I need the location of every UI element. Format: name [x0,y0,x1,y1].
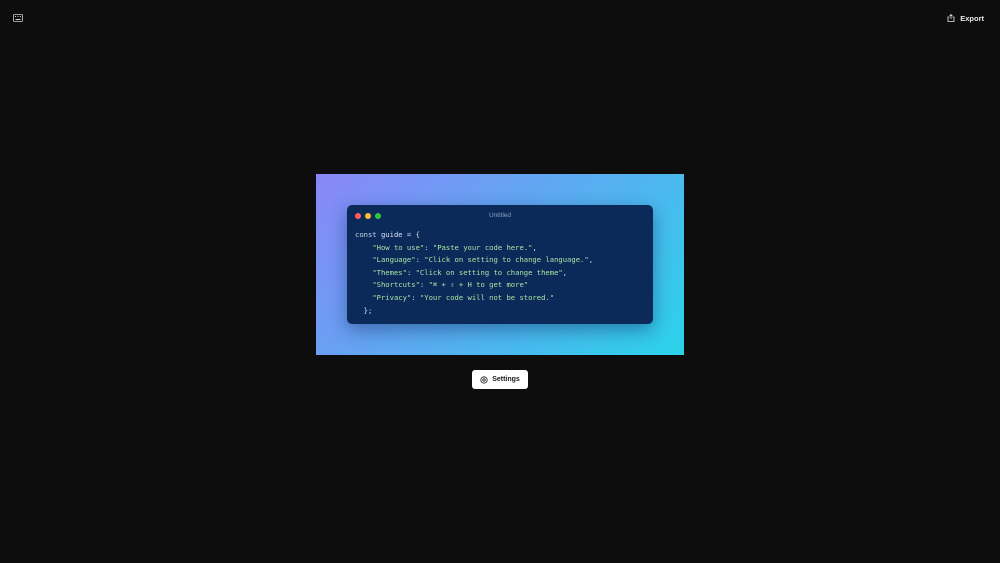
code-keyword: const [355,230,377,239]
export-button[interactable]: Export [947,10,984,26]
share-icon [947,14,955,22]
top-bar: Export [0,0,1000,36]
code-line: "Shortcuts": "⌘ + ⇧ + H to get more" [372,280,529,290]
keyboard-icon [13,14,23,22]
code-canvas: Untitled const guide = { "How to use": "… [316,174,684,355]
code-line: "Themes": "Click on setting to change th… [372,267,568,277]
code-editor[interactable]: const guide = { "How to use": "Paste you… [355,229,593,317]
export-label: Export [960,13,984,23]
window-titlebar: Untitled [347,205,653,227]
code-window: Untitled const guide = { "How to use": "… [347,205,653,324]
settings-button[interactable]: Settings [472,370,528,389]
code-line: "How to use": "Paste your code here.", [372,242,537,252]
window-title[interactable]: Untitled [347,212,653,219]
gear-icon [480,375,488,384]
settings-label: Settings [492,376,520,383]
code-declaration: guide = { [376,230,420,239]
keyboard-shortcuts-button[interactable] [10,10,26,26]
code-line: "Privacy": "Your code will not be stored… [372,292,555,302]
code-line: "Language": "Click on setting to change … [372,255,594,265]
code-closing: }; [363,305,373,315]
